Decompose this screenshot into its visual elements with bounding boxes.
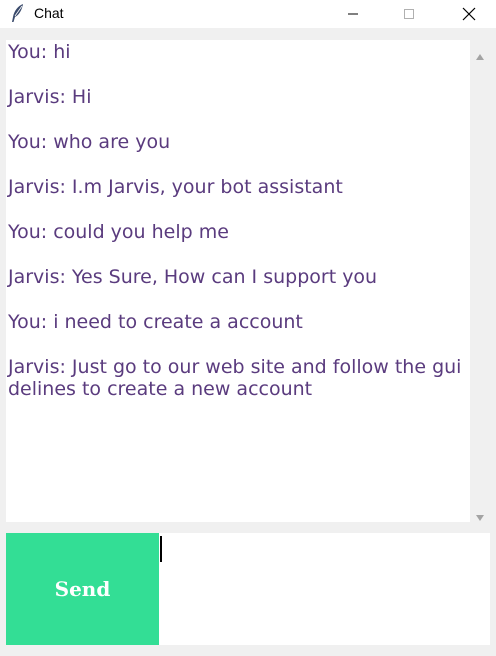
chat-message: Jarvis: Just go to our web site and foll…: [8, 356, 462, 400]
text-cursor: [160, 536, 162, 562]
window-title: Chat: [34, 5, 64, 21]
chat-message: Jarvis: Hi: [8, 86, 92, 108]
chat-message: Jarvis: Yes Sure, How can I support you: [8, 266, 378, 288]
scroll-up-arrow-icon[interactable]: [475, 46, 485, 60]
scroll-down-arrow-icon[interactable]: [475, 507, 485, 521]
chat-message: You: i need to create a account: [8, 311, 303, 333]
chat-message: You: hi: [8, 41, 71, 63]
send-button[interactable]: Send: [6, 533, 159, 645]
close-button[interactable]: [446, 0, 492, 28]
maximize-button[interactable]: [386, 0, 432, 28]
chat-scrollbar[interactable]: [470, 40, 490, 522]
chat-message-list: You: hi Jarvis: Hi You: who are you Jarv…: [6, 41, 470, 400]
minimize-button[interactable]: [330, 0, 376, 28]
chat-window: Chat You: hi Jarvis: Hi You: who are you…: [0, 0, 496, 656]
maximize-icon: [404, 9, 414, 19]
feather-icon: [10, 3, 26, 23]
chat-log[interactable]: You: hi Jarvis: Hi You: who are you Jarv…: [6, 40, 470, 522]
chat-message: You: who are you: [8, 131, 171, 153]
chat-message: Jarvis: I.m Jarvis, your bot assistant: [8, 176, 343, 198]
message-input[interactable]: [159, 533, 490, 645]
minimize-icon: [348, 13, 358, 15]
title-bar: Chat: [0, 0, 496, 28]
close-icon: [462, 7, 476, 21]
chat-message: You: could you help me: [8, 221, 229, 243]
